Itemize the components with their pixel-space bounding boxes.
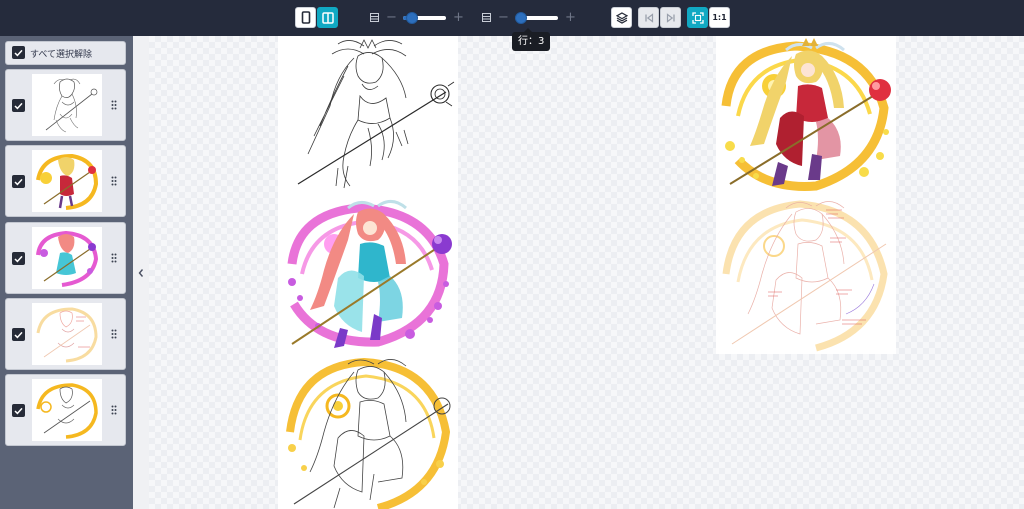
layer-sidebar: すべて選択解除 [0, 36, 133, 509]
checkmark-icon [14, 102, 23, 109]
previous-frame-icon [644, 12, 653, 23]
layer-thumbnail [32, 379, 102, 441]
columns-slider[interactable] [403, 12, 446, 24]
top-toolbar: − + − + 1:1 [0, 0, 1024, 36]
sketch-thumbnail-image [36, 307, 98, 363]
chevron-left-icon [138, 269, 144, 277]
drag-handle-icon[interactable] [111, 253, 117, 263]
single-view-button[interactable] [295, 7, 316, 28]
next-frame-button[interactable] [660, 7, 681, 28]
deselect-all-button[interactable]: すべて選択解除 [5, 41, 126, 65]
checkmark-icon [14, 407, 23, 414]
lineart-illustration [297, 39, 455, 189]
lineart-gold-thumbnail-image [36, 383, 98, 439]
layer-item-color-pink[interactable] [5, 222, 126, 294]
split-view-button[interactable] [317, 7, 338, 28]
gold-color-thumbnail-image [36, 153, 99, 210]
layer-item-sketch-notes[interactable] [5, 298, 126, 370]
columns-icon [370, 13, 379, 22]
checkmark-icon [14, 178, 23, 185]
sketch-notes-illustration [722, 200, 888, 352]
drag-handle-icon[interactable] [111, 405, 117, 415]
actual-size-label: 1:1 [712, 13, 727, 22]
rows-decrease-button[interactable]: − [498, 10, 509, 26]
rows-slider-handle[interactable] [515, 12, 527, 24]
frame-lineart[interactable] [278, 36, 458, 194]
frame-lineart-gold-effects[interactable] [278, 352, 458, 509]
columns-decrease-button[interactable]: − [386, 10, 397, 26]
preview-canvas[interactable] [149, 36, 1024, 509]
rows-tooltip: 行：3 [512, 28, 551, 51]
pink-color-thumbnail-image [36, 230, 99, 287]
columns-increase-button[interactable]: + [453, 10, 464, 26]
checkmark-icon [14, 49, 23, 56]
frame-sketch-notes[interactable] [716, 194, 896, 354]
single-page-icon [301, 11, 310, 24]
next-frame-icon [666, 12, 675, 23]
layer-item-lineart[interactable] [5, 69, 126, 141]
pink-color-illustration [287, 200, 452, 348]
layer-thumbnail [32, 227, 102, 289]
layer-visibility-checkbox[interactable] [12, 328, 25, 341]
gold-color-illustration [721, 38, 891, 191]
layers-icon [615, 11, 628, 24]
lineart-gold-illustration [286, 357, 451, 509]
columns-slider-group: − + [370, 9, 466, 27]
frame-color-gold[interactable] [716, 36, 896, 194]
deselect-all-label: すべて選択解除 [30, 50, 93, 60]
layer-visibility-checkbox[interactable] [12, 175, 25, 188]
layer-visibility-checkbox[interactable] [12, 252, 25, 265]
drag-handle-icon[interactable] [111, 100, 117, 110]
lineart-thumbnail-image [45, 78, 98, 133]
layer-visibility-checkbox[interactable] [12, 404, 25, 417]
actual-size-button[interactable]: 1:1 [709, 7, 730, 28]
sidebar-collapse-toggle[interactable] [133, 36, 149, 509]
deselect-all-checkbox[interactable] [12, 46, 25, 59]
checkmark-icon [14, 331, 23, 338]
rows-slider-group: − + [482, 9, 578, 27]
fit-to-screen-button[interactable] [687, 7, 708, 28]
checkmark-icon [14, 255, 23, 262]
app-window: − + − + 1:1 すべて選択解除 行：3 [0, 0, 1024, 509]
layer-thumbnail [32, 303, 102, 365]
split-view-icon [321, 11, 334, 24]
columns-slider-handle[interactable] [406, 12, 418, 24]
drag-handle-icon[interactable] [111, 176, 117, 186]
layer-thumbnail [32, 150, 102, 212]
layers-button[interactable] [611, 7, 632, 28]
layer-visibility-checkbox[interactable] [12, 99, 25, 112]
fit-to-screen-icon [691, 11, 704, 24]
drag-handle-icon[interactable] [111, 329, 117, 339]
layer-item-lineart-gold-effects[interactable] [5, 374, 126, 446]
frame-color-pink[interactable] [278, 194, 458, 352]
layer-item-color-gold[interactable] [5, 145, 126, 217]
rows-increase-button[interactable]: + [565, 10, 576, 26]
rows-icon [482, 13, 491, 22]
previous-frame-button[interactable] [638, 7, 659, 28]
layer-thumbnail [32, 74, 102, 136]
rows-slider[interactable] [515, 12, 558, 24]
